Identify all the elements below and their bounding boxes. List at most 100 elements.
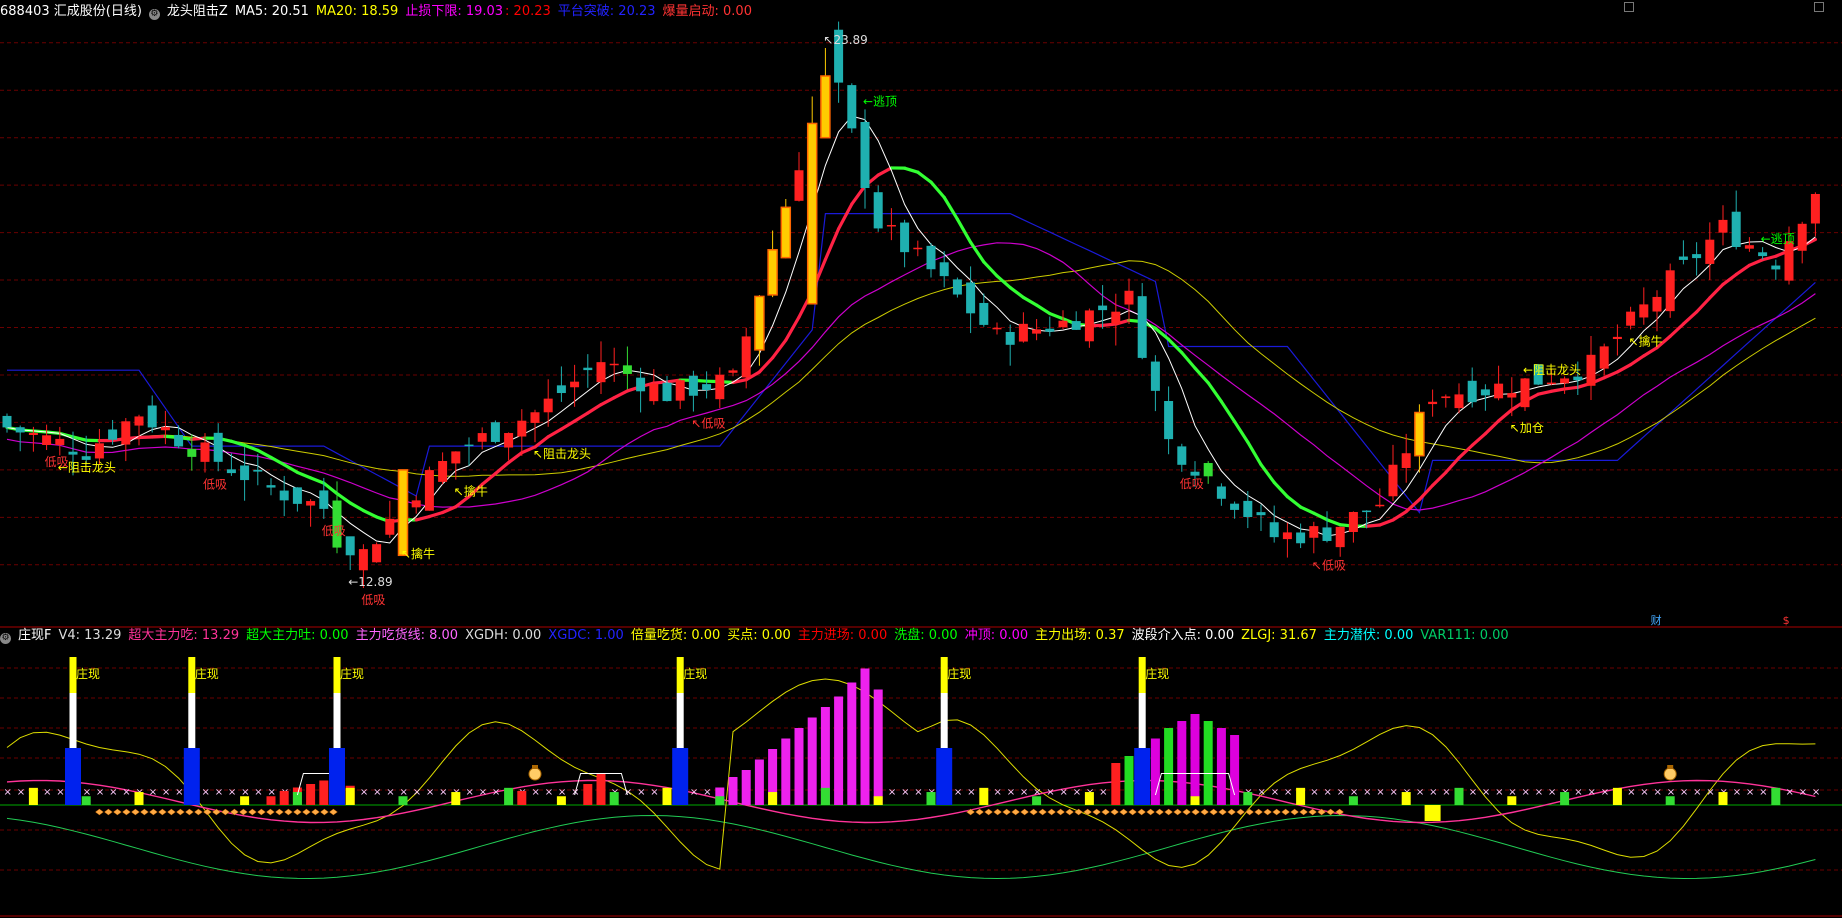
indicator-columns: [28, 668, 1781, 805]
trend-line-segment: [876, 166, 894, 177]
trend-line-segment: [295, 470, 313, 480]
indicator-stub: [609, 792, 619, 805]
candle: [1612, 324, 1622, 356]
trend-line-segment: [269, 455, 286, 467]
x-marker: ×: [122, 787, 130, 798]
diamond-marker: [175, 808, 185, 816]
diamond-marker: [283, 808, 293, 816]
candle-body: [358, 549, 368, 571]
trend-line-segment: [1219, 399, 1237, 424]
candle-body: [1639, 304, 1649, 318]
candle-body: [741, 336, 751, 378]
indicator-column: [781, 738, 791, 805]
trend-line-segment: [955, 217, 973, 244]
candle-body: [94, 443, 104, 459]
x-marker: ×: [1680, 787, 1688, 798]
candle-body: [490, 422, 500, 442]
candle-body: [1428, 401, 1438, 405]
diamond-marker: [247, 808, 257, 816]
candle: [397, 469, 409, 557]
candle: [860, 109, 870, 209]
candle-body: [1731, 211, 1741, 247]
candle-body: [1401, 453, 1411, 468]
zhuangxian-label: 庄现: [195, 666, 219, 681]
x-marker: ×: [888, 787, 896, 798]
stock-chart[interactable]: ←阻击龙头低吸低吸低吸←12.89低吸↖擒牛↖擒牛↖阻击龙头↖低吸↖23.89←…: [0, 0, 1842, 918]
diamond-marker: [139, 808, 149, 816]
x-marker: ×: [1812, 787, 1820, 798]
candle-body: [530, 412, 540, 423]
candle: [1731, 190, 1741, 250]
candle: [1309, 521, 1319, 554]
candle-body: [913, 247, 923, 250]
candle: [438, 452, 448, 485]
buy-point-block: [1424, 805, 1441, 821]
candle-body: [926, 245, 936, 270]
indicator-stub: [1771, 787, 1781, 805]
trend-line-segment: [1378, 518, 1395, 527]
signal-label: ↖阻击龙头: [533, 447, 591, 461]
candle-body: [1190, 471, 1200, 476]
trend-line-segment: [414, 514, 431, 522]
candle: [992, 322, 1002, 335]
candle: [583, 354, 593, 388]
candle: [570, 364, 580, 407]
diamond-marker: [292, 808, 302, 816]
candle: [226, 453, 236, 476]
candle-body: [1045, 328, 1055, 332]
zhuangxian-blue-block: [1134, 748, 1151, 805]
candle-body: [1718, 219, 1728, 233]
diamond-marker: [1245, 808, 1255, 816]
diamond-marker: [1200, 808, 1210, 816]
candle-body: [979, 302, 989, 325]
candle-body: [1071, 321, 1081, 330]
x-marker: ×: [56, 787, 64, 798]
candle-body: [2, 415, 12, 428]
indicator-column: [583, 784, 593, 805]
x-marker: ×: [1601, 787, 1609, 798]
candle-body: [1586, 354, 1596, 386]
x-marker: ×: [901, 787, 909, 798]
candle: [1520, 378, 1530, 412]
candle-body: [1441, 396, 1451, 399]
indicator-stub: [926, 792, 936, 805]
indicator-column: [319, 780, 329, 805]
candle: [517, 409, 527, 456]
candle-body: [1058, 320, 1068, 328]
trend-line-segment: [1180, 351, 1197, 370]
x-marker: ×: [954, 787, 962, 798]
x-marker: ×: [1258, 787, 1266, 798]
x-marker: ×: [545, 787, 553, 798]
trend-line-segment: [1496, 408, 1514, 423]
trend-line-segment: [1668, 322, 1686, 338]
x-marker: ×: [1706, 787, 1714, 798]
x-marker: ×: [466, 787, 474, 798]
zhuangxian-label: 庄现: [947, 666, 971, 681]
candle: [1256, 504, 1266, 531]
candle: [715, 367, 725, 409]
candle-body: [1335, 526, 1345, 548]
x-marker: ×: [1046, 787, 1054, 798]
candle: [780, 199, 792, 259]
trend-line-segment: [1615, 363, 1633, 374]
candle: [1111, 293, 1121, 346]
candle-body: [1560, 378, 1570, 384]
trend-line-segment: [1325, 518, 1342, 527]
trend-line-segment: [929, 180, 946, 199]
candle: [966, 266, 976, 334]
indicator-stub: [1612, 787, 1622, 805]
candle-body: [596, 362, 606, 383]
candle-body: [1414, 412, 1424, 456]
candle-body: [1573, 376, 1583, 381]
candle-body: [1177, 446, 1187, 465]
candle: [372, 542, 382, 563]
signal-label: 低吸: [203, 477, 227, 491]
candle: [1098, 285, 1108, 329]
indicator-gridlines: [0, 667, 1842, 871]
candle-body: [702, 384, 712, 391]
candle-body: [438, 460, 448, 482]
candle: [451, 451, 461, 480]
x-marker: ×: [1469, 787, 1477, 798]
candle: [160, 410, 170, 445]
x-marker: ×: [413, 787, 421, 798]
